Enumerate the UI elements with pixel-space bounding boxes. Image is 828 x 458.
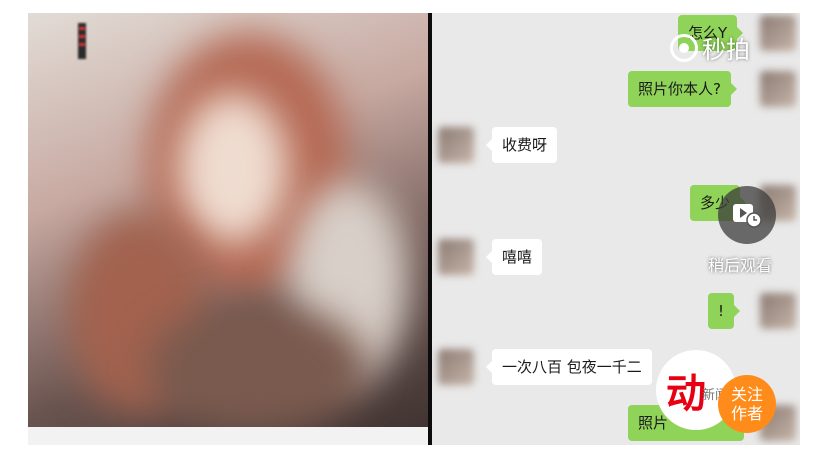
face-blur	[178, 93, 288, 243]
logo-char: 动	[666, 371, 706, 417]
channel-logo-icon	[78, 23, 86, 59]
chat-bubble-incoming: 收费呀	[485, 127, 558, 163]
video-clock-icon	[733, 204, 762, 228]
chat-bubble-incoming: 一次八百 包夜一千二	[486, 349, 652, 385]
avatar	[438, 239, 474, 275]
watermark-text: 秒拍	[702, 36, 750, 64]
miaopai-watermark: 秒拍	[670, 30, 750, 65]
photo-bottom-stripe	[28, 427, 428, 445]
avatar	[438, 127, 474, 163]
watch-later-button[interactable]	[718, 186, 776, 244]
body-blur	[148, 303, 368, 433]
follow-label: 关注作者	[730, 385, 763, 423]
blurred-photo	[28, 13, 428, 445]
watch-later-label[interactable]: 稍后观看	[708, 252, 772, 276]
chat-bubble-outgoing: !	[708, 293, 741, 329]
chat-bubble-incoming: 嘻嘻	[485, 239, 543, 275]
avatar	[760, 15, 796, 51]
miaopai-eye-icon	[670, 33, 698, 62]
follow-author-button[interactable]: 关注作者	[718, 375, 776, 433]
chat-bubble-outgoing: 照片你本人?	[628, 71, 737, 107]
avatar	[760, 71, 796, 107]
avatar	[438, 349, 474, 385]
avatar	[760, 293, 796, 329]
